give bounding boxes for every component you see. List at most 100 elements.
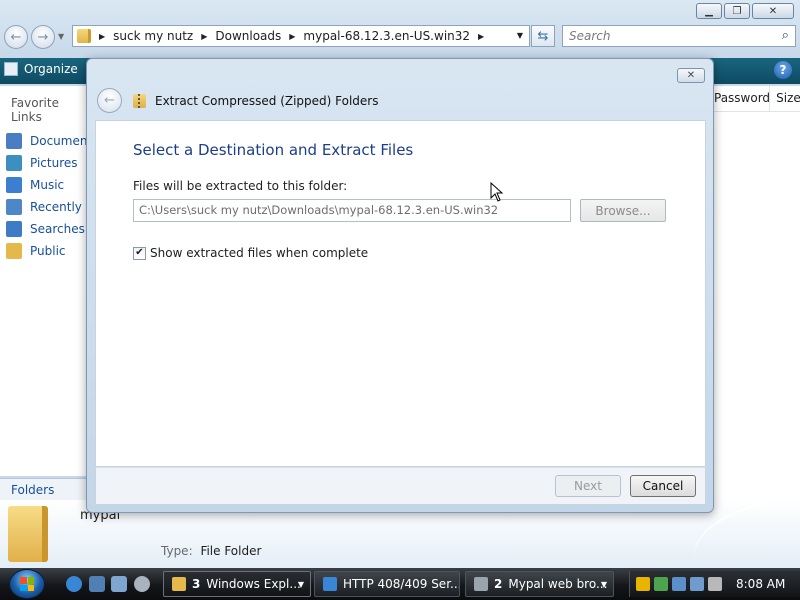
show-files-checkbox[interactable]: ✔ — [133, 246, 146, 260]
taskbar-button-mypal[interactable]: 2 Mypal web bro... ▼ — [465, 571, 614, 597]
show-files-option[interactable]: ✔ Show extracted files when complete — [133, 246, 368, 260]
show-desktop-icon[interactable] — [89, 576, 105, 592]
taskbar: 3 Windows Expl... ▼ HTTP 408/409 Ser... … — [0, 568, 800, 600]
column-header-size[interactable]: Size — [770, 86, 800, 111]
destination-label: Files will be extracted to this folder: — [133, 179, 348, 193]
column-header-password[interactable]: Password ... — [714, 86, 771, 111]
favorite-link-label: Recently Changed — [30, 200, 86, 214]
system-tray: 8:08 AM — [629, 571, 800, 597]
column-headers: Password ... Size — [714, 86, 800, 112]
file-list: Password ... Size — [714, 86, 800, 500]
folder-icon — [8, 506, 48, 562]
taskbar-window-count: 2 — [494, 577, 503, 591]
chevron-right-icon[interactable]: ▶ — [99, 32, 105, 41]
navigation-row: ← → ▼ ▶ suck my nutz ▶ Downloads ▶ mypal… — [0, 22, 800, 50]
defender-icon[interactable] — [654, 577, 668, 591]
organize-label: Organize — [24, 62, 78, 76]
windows-logo-icon — [20, 577, 34, 591]
taskbar-button-label: Windows Expl... — [206, 577, 301, 591]
volume-muted-icon[interactable] — [708, 577, 722, 591]
cancel-button[interactable]: Cancel — [630, 475, 696, 497]
minimize-button[interactable]: ▁ — [696, 3, 722, 19]
folder-icon — [77, 29, 91, 43]
search-placeholder: Search — [569, 29, 611, 43]
taskbar-button-explorer[interactable]: 3 Windows Expl... ▼ — [163, 571, 311, 597]
details-type-label: Type: — [161, 544, 193, 558]
details-type-value: File Folder — [200, 544, 262, 558]
dialog-close-button[interactable]: ✕ — [677, 68, 705, 83]
recent-pages-dropdown-icon[interactable]: ▼ — [58, 32, 64, 41]
mypal-icon[interactable] — [134, 576, 150, 592]
clock[interactable]: 8:08 AM — [736, 577, 785, 591]
destination-path-field[interactable]: C:\Users\suck my nutz\Downloads\mypal-68… — [133, 199, 571, 222]
back-icon[interactable]: ← — [4, 25, 28, 49]
favorite-link-searches[interactable]: Searches — [0, 218, 86, 240]
chevron-right-icon[interactable]: ▶ — [201, 32, 207, 41]
favorite-link-label: Pictures — [30, 156, 78, 170]
close-button[interactable]: ✕ — [752, 3, 794, 19]
pictures-icon — [6, 155, 22, 171]
address-bar[interactable]: ▶ suck my nutz ▶ Downloads ▶ mypal-68.12… — [72, 25, 530, 47]
chevron-down-icon: ▼ — [600, 579, 607, 589]
address-dropdown-icon[interactable]: ▼ — [517, 31, 523, 40]
taskbar-button-label: Mypal web bro... — [508, 577, 608, 591]
help-icon[interactable]: ? — [774, 61, 792, 79]
dialog-back-icon[interactable]: ← — [97, 88, 122, 113]
favorite-links-list: Documents Pictures Music Recently Change… — [0, 130, 86, 262]
start-button[interactable] — [9, 569, 45, 599]
folders-toggle[interactable]: Folders — [0, 478, 86, 500]
favorite-link-documents[interactable]: Documents — [0, 130, 86, 152]
chevron-right-icon[interactable]: ▶ — [289, 32, 295, 41]
search-input[interactable]: Search ⌕ — [562, 25, 796, 47]
switch-windows-icon[interactable] — [111, 576, 127, 592]
favorite-links-title: Favorite Links — [11, 96, 59, 124]
favorite-link-pictures[interactable]: Pictures — [0, 152, 86, 174]
favorite-link-music[interactable]: Music — [0, 174, 86, 196]
dialog-heading: Select a Destination and Extract Files — [133, 141, 414, 159]
favorite-link-public[interactable]: Public — [0, 240, 86, 262]
taskbar-button-label: HTTP 408/409 Ser... — [343, 577, 460, 591]
maximize-button[interactable]: ❐ — [724, 3, 750, 19]
zip-folder-icon — [133, 94, 146, 108]
ie-icon[interactable] — [66, 576, 82, 592]
next-button[interactable]: Next — [555, 475, 621, 497]
mouse-cursor-icon — [490, 182, 504, 202]
extract-dialog: ✕ ← Extract Compressed (Zipped) Folders … — [86, 58, 714, 513]
organize-icon — [4, 62, 18, 76]
browse-button[interactable]: Browse... — [580, 199, 666, 222]
forward-icon[interactable]: → — [31, 25, 55, 49]
breadcrumb-item[interactable]: Downloads — [215, 29, 281, 43]
chevron-down-icon: ▼ — [297, 579, 304, 589]
folder-icon — [172, 577, 186, 591]
public-folder-icon — [6, 243, 22, 259]
dialog-footer: Next Cancel — [95, 467, 706, 505]
breadcrumb-item[interactable]: mypal-68.12.3.en-US.win32 — [303, 29, 470, 43]
details-type: Type: File Folder — [161, 544, 261, 558]
refresh-icon[interactable]: ⇆ — [531, 25, 555, 47]
show-files-label: Show extracted files when complete — [150, 246, 369, 260]
favorite-link-label: Public — [30, 244, 66, 258]
network-icon[interactable] — [690, 577, 704, 591]
ie-icon — [323, 577, 337, 591]
dialog-content: Select a Destination and Extract Files F… — [95, 120, 706, 467]
window-caption-buttons: ▁ ❐ ✕ — [696, 3, 794, 19]
documents-icon — [6, 133, 22, 149]
favorite-link-label: Documents — [30, 134, 86, 148]
breadcrumb-item[interactable]: suck my nutz — [113, 29, 193, 43]
recent-icon — [6, 199, 22, 215]
windows-update-icon[interactable] — [672, 577, 686, 591]
favorite-link-recently-changed[interactable]: Recently Changed — [0, 196, 86, 218]
mypal-icon — [474, 577, 488, 591]
music-icon — [6, 177, 22, 193]
favorite-link-label: Searches — [30, 222, 85, 236]
favorite-link-label: Music — [30, 178, 65, 192]
organize-button[interactable]: Organize — [4, 62, 78, 76]
taskbar-window-count: 3 — [192, 577, 201, 591]
dialog-title: Extract Compressed (Zipped) Folders — [155, 94, 379, 108]
chevron-right-icon[interactable]: ▶ — [478, 32, 484, 41]
search-icon[interactable]: ⌕ — [782, 28, 789, 43]
taskbar-button-ie[interactable]: HTTP 408/409 Ser... — [314, 571, 460, 597]
security-shield-icon[interactable] — [636, 577, 650, 591]
navigation-pane: Favorite Links Documents Pictures Music … — [0, 86, 86, 476]
searches-icon — [6, 221, 22, 237]
